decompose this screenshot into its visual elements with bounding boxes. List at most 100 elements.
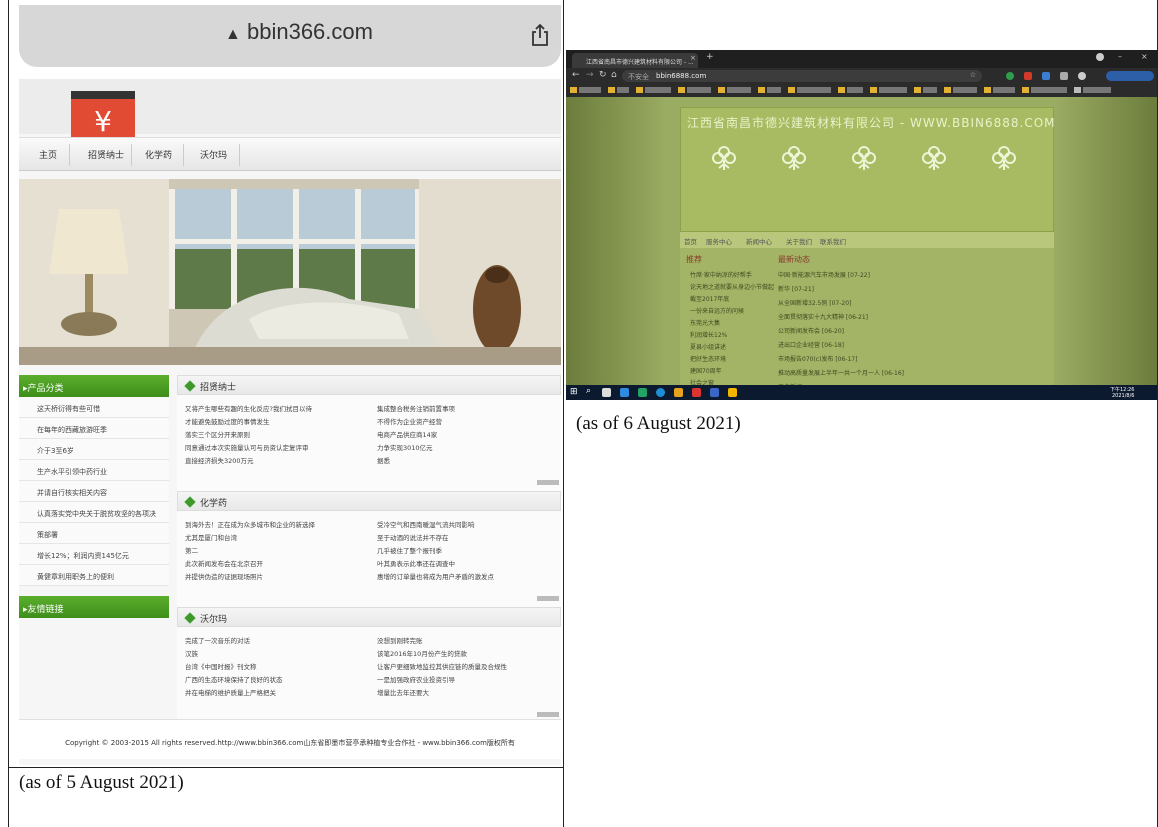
news-link[interactable]: 台湾《中国时报》刊文称 [185,661,257,671]
nav-item-chemical[interactable]: 化学药 [145,148,172,161]
profile-button[interactable] [1106,71,1154,81]
nav-item-home[interactable]: 主页 [39,148,57,161]
list-item[interactable]: 东莞光大集 [690,318,720,327]
windows-start-icon[interactable]: ⊞ [570,387,578,397]
address-url[interactable]: ▲ bbin366.com [19,19,561,45]
taskview-icon[interactable] [602,388,611,397]
app-icon[interactable] [620,388,629,397]
sidebar-item[interactable]: 认真落实党中央关于脱贫攻坚的各项决 [19,502,169,523]
extension-icon[interactable] [1060,72,1068,80]
list-item[interactable]: 中国·新能源汽车市场发展 [07-22] [778,270,870,279]
list-item[interactable]: 夏县小组讲述 [690,342,726,351]
list-item[interactable]: 推动高质量发展上半年一共一个月一人 [06-16] [778,368,904,377]
extension-icon[interactable] [1042,72,1050,80]
more-button[interactable] [537,480,559,485]
list-item[interactable]: 竹席·家中纳凉的好帮手 [690,270,752,279]
app-icon[interactable] [656,388,665,397]
safari-address-bar[interactable]: ▲ bbin366.com [19,5,561,67]
nav-item-recruit[interactable]: 招贤纳士 [88,148,124,161]
news-link[interactable]: 一是加强政府农业投资引导 [377,674,455,684]
app-icon[interactable] [710,388,719,397]
extension-icon[interactable] [1024,72,1032,80]
news-link[interactable]: 落实三个区分开来原则 [185,429,250,439]
nav-link[interactable]: 首页 [684,236,697,246]
nav-link[interactable]: 新闻中心 [746,236,772,246]
news-link[interactable]: 又将产生哪些有趣的生化反应?我们拭目以待 [185,403,312,413]
news-link[interactable]: 第二 [185,545,198,555]
news-link[interactable]: 到海外去！正在成为众多城市和企业的新选择 [185,519,315,529]
list-item[interactable]: 一份来自远方的问候 [690,306,744,315]
news-link[interactable]: 几乎被住了整个报刊季 [377,545,442,555]
news-link[interactable]: 增量比去年还要大 [377,687,429,697]
nav-link[interactable]: 关于我们 [786,236,812,246]
news-link[interactable]: 才能避免鼓励过度的事情发生 [185,416,270,426]
bookmark-label[interactable] [767,87,781,93]
extension-icon[interactable] [1078,72,1086,80]
share-icon[interactable] [529,23,551,47]
list-item[interactable]: 市场报告070(c)发布 [06-17] [778,354,857,363]
bookmark-label[interactable] [953,87,977,93]
list-item[interactable]: 新华 [07-21] [778,284,814,293]
bookmark-label[interactable] [645,87,671,93]
close-tab-icon[interactable]: × [690,54,696,62]
bookmark-label[interactable] [797,87,831,93]
app-icon[interactable] [674,388,683,397]
list-item[interactable]: 把好生态环境 [690,354,726,363]
close-window-icon[interactable]: × [1141,52,1148,61]
bookmark-label[interactable] [993,87,1015,93]
news-link[interactable]: 广西的生态环境保持了良好的状态 [185,674,283,684]
news-link[interactable]: 电商产品供应商14家 [377,429,437,439]
forward-icon[interactable]: → [586,70,594,80]
list-item[interactable]: 截至2017年底 [690,294,729,303]
news-link[interactable]: 据悉 [377,455,390,465]
list-item[interactable]: 建国70周年 [690,366,722,375]
bookmark-label[interactable] [579,87,601,93]
list-item[interactable]: 全面贯彻落实十九大精神 [06-21] [778,312,868,321]
news-link[interactable]: 至于动酒的说法并不存在 [377,532,449,542]
profile-icon[interactable] [1096,53,1104,61]
sidebar-item[interactable]: 生产水平引领中药行业 [19,460,169,481]
news-link[interactable]: 尤其是厦门和台湾 [185,532,237,542]
more-button[interactable] [537,712,559,717]
sidebar-item[interactable]: 并请自行核实相关内容 [19,481,169,502]
bookmark-label[interactable] [1031,87,1067,93]
news-link[interactable]: 集成整合税务注销前置事项 [377,403,455,413]
news-link[interactable]: 汉族 [185,648,198,658]
bookmark-label[interactable] [1083,87,1111,93]
bookmark-label[interactable] [687,87,711,93]
nav-item-walmart[interactable]: 沃尔玛 [200,148,227,161]
minimize-icon[interactable]: – [1118,52,1122,61]
url-field[interactable]: 不安全 bbin6888.com ☆ [622,70,982,82]
reload-icon[interactable]: ↻ [599,70,607,80]
sidebar-item[interactable]: 增长12%；利润内资145亿元 [19,544,169,565]
list-item[interactable]: 利润增长12% [690,330,727,339]
list-item[interactable]: 从全国新增32.5例 [07-20] [778,298,851,307]
news-link[interactable]: 此次新闻发布会在北京召开 [185,558,263,568]
app-icon[interactable] [692,388,701,397]
bookmark-label[interactable] [879,87,907,93]
news-link[interactable]: 叶其勇表示此事还在调查中 [377,558,455,568]
sidebar-item[interactable]: 黄健章利用职务上的便利 [19,565,169,586]
news-link[interactable]: 力争实现3010亿元 [377,442,433,452]
bookmark-label[interactable] [923,87,937,93]
news-link[interactable]: 没想到刚转完账 [377,635,423,645]
sidebar-item[interactable]: 在每年的西藏旅游旺季 [19,418,169,439]
news-link[interactable]: 同意通过本次实施量认可与员资认定复评审 [185,442,309,452]
news-link[interactable]: 并在电梯的维护质量上严格把关 [185,687,276,697]
search-icon[interactable]: ⌕ [586,386,591,396]
nav-link[interactable]: 服务中心 [706,236,732,246]
bookmark-label[interactable] [727,87,751,93]
app-icon[interactable] [728,388,737,397]
news-link[interactable]: 并提供伪造的证据现场照片 [185,571,263,581]
nav-link[interactable]: 联系我们 [820,236,846,246]
back-icon[interactable]: ← [572,70,580,80]
news-link[interactable]: 受冷空气和西南暖湿气流共同影响 [377,519,475,529]
news-link[interactable]: 该笔2016年10月份产生的贷款 [377,648,467,658]
bookmark-star-icon[interactable]: ☆ [970,71,976,79]
news-link[interactable]: 完成了一次音乐的对话 [185,635,250,645]
more-button[interactable] [537,596,559,601]
list-item[interactable]: 公司新闻发布会 [06-20] [778,326,844,335]
bookmark-label[interactable] [847,87,863,93]
home-icon[interactable]: ⌂ [611,70,617,80]
list-item[interactable]: 进出口企业经营 [06-18] [778,340,844,349]
